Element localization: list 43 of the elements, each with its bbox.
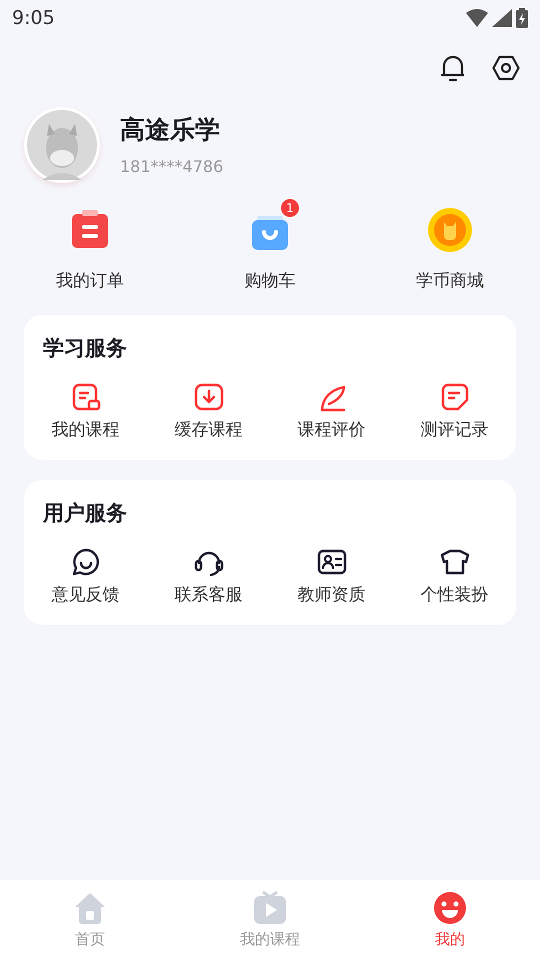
section-title: 学习服务 — [42, 334, 128, 362]
service-item[interactable]: 联系客服 — [147, 547, 270, 608]
coin-icon — [428, 208, 472, 252]
signal-icon — [492, 9, 512, 27]
bell-icon[interactable] — [440, 54, 466, 82]
download-icon — [194, 382, 224, 412]
shortcut-label: 购物车 — [244, 270, 296, 293]
service-label: 个性装扮 — [420, 584, 488, 607]
service-item[interactable]: 课程评价 — [270, 382, 393, 444]
service-item[interactable]: 我的课程 — [24, 382, 147, 444]
battery-icon — [516, 8, 528, 28]
shirt-icon — [440, 547, 470, 577]
settings-icon[interactable] — [492, 55, 520, 81]
id-card-icon — [316, 547, 346, 577]
note-icon — [440, 382, 470, 412]
notification-badge: 1 — [280, 198, 300, 218]
service-label: 测评记录 — [420, 419, 488, 442]
smiley-icon — [432, 890, 468, 926]
service-item[interactable]: 个性装扮 — [393, 547, 516, 608]
service-label: 教师资质 — [298, 584, 366, 607]
shortcut-item[interactable]: 学币商城 — [360, 196, 540, 294]
service-label: 课程评价 — [298, 419, 366, 442]
tab-item[interactable]: 我的 — [360, 880, 540, 960]
service-item[interactable]: 缓存课程 — [147, 382, 270, 444]
shortcut-item[interactable]: 1 购物车 — [180, 196, 360, 294]
chat-bubble-icon — [70, 547, 100, 577]
shortcut-label: 学币商城 — [416, 270, 484, 293]
service-label: 意见反馈 — [52, 584, 120, 607]
service-label: 联系客服 — [174, 584, 242, 607]
user-name: 高途乐学 — [120, 114, 221, 146]
service-label: 缓存课程 — [174, 419, 242, 442]
course-list-icon — [70, 382, 100, 412]
service-item[interactable]: 教师资质 — [270, 547, 393, 608]
section-title: 用户服务 — [42, 500, 128, 526]
service-item[interactable]: 测评记录 — [393, 382, 516, 444]
wifi-icon — [466, 9, 488, 27]
service-item[interactable]: 意见反馈 — [24, 547, 147, 608]
service-label: 我的课程 — [52, 419, 120, 442]
status-time: 9:05 — [12, 6, 55, 31]
phone-number: 181****4786 — [120, 156, 224, 178]
shortcut-label: 我的订单 — [56, 270, 124, 293]
video-icon — [252, 890, 288, 926]
shortcut-item[interactable]: 我的订单 — [0, 196, 180, 294]
